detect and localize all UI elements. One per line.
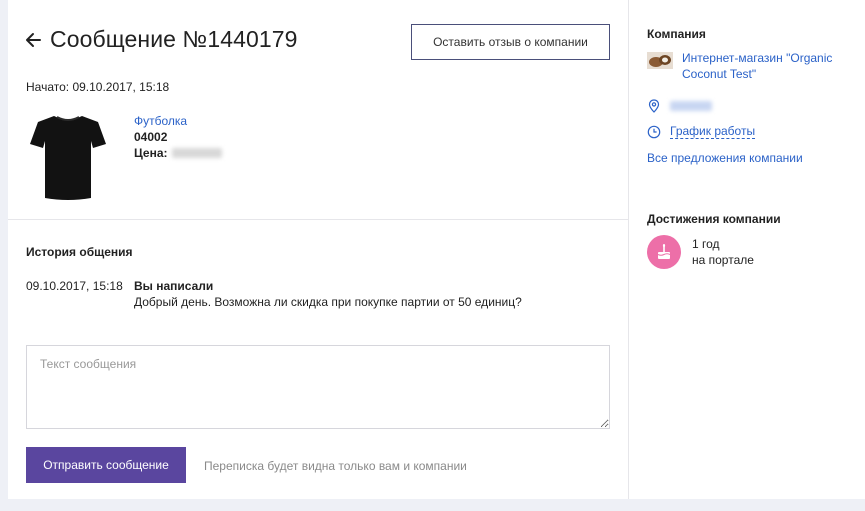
price-label: Цена: — [134, 146, 168, 160]
company-logo[interactable] — [647, 52, 673, 69]
page-title: Сообщение №1440179 — [50, 26, 298, 52]
page: Сообщение №1440179 Оставить отзыв о комп… — [0, 0, 865, 511]
all-offers-link[interactable]: Все предложения компании — [647, 151, 803, 165]
message-time: 09.10.2017, 15:18 — [26, 279, 123, 293]
company-sidebar: Компания Интернет-магазин "Organic Cocon… — [628, 0, 865, 499]
location-row — [647, 99, 712, 113]
started-date: Начато: 09.10.2017, 15:18 — [26, 80, 170, 94]
product-card: Футболка 04002 Цена: — [26, 108, 222, 204]
product-info: Футболка 04002 Цена: — [134, 108, 222, 204]
achievement-years: 1 год — [692, 237, 720, 251]
message-body: Вы написали Добрый день. Возможна ли ски… — [134, 278, 522, 310]
achievements-title: Достижения компании — [647, 212, 781, 226]
clock-icon — [647, 125, 661, 139]
location-pin-icon — [647, 99, 661, 113]
arrow-left-icon[interactable] — [24, 31, 42, 49]
price-value-redacted — [171, 148, 222, 158]
message-author: Вы написали — [134, 279, 214, 293]
company-name-link[interactable]: Интернет-магазин "Organic Coconut Test" — [682, 50, 862, 82]
tshirt-image[interactable] — [26, 108, 110, 204]
product-code: 04002 — [134, 130, 168, 144]
cake-icon — [647, 235, 681, 269]
message-input[interactable] — [26, 345, 610, 429]
achievement-caption: на портале — [692, 253, 754, 267]
message-item: 09.10.2017, 15:18 Вы написали Добрый ден… — [26, 278, 522, 310]
main-panel: Сообщение №1440179 Оставить отзыв о комп… — [8, 0, 628, 499]
product-link[interactable]: Футболка — [134, 113, 222, 129]
achievement-text: 1 год на портале — [692, 236, 754, 268]
message-text: Добрый день. Возможна ли скидка при поку… — [134, 295, 522, 309]
divider — [8, 219, 628, 220]
address-redacted[interactable] — [670, 101, 712, 111]
schedule-row: График работы — [647, 124, 756, 139]
price-row: Цена: — [134, 145, 222, 161]
visibility-note: Переписка будет видна только вам и компа… — [204, 459, 467, 473]
leave-review-button[interactable]: Оставить отзыв о компании — [411, 24, 610, 60]
history-title: История общения — [26, 245, 133, 259]
send-message-button[interactable]: Отправить сообщение — [26, 447, 186, 483]
achievement-item: 1 год на портале — [647, 235, 754, 269]
page-header: Сообщение №1440179 — [24, 26, 298, 53]
schedule-link[interactable]: График работы — [670, 124, 756, 139]
company-row: Интернет-магазин "Organic Coconut Test" — [647, 50, 862, 82]
company-title: Компания — [647, 27, 706, 41]
